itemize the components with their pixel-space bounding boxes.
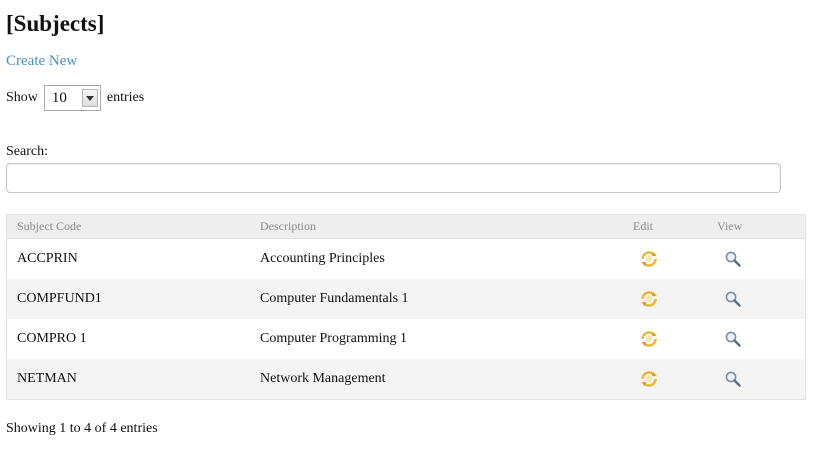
view-cell bbox=[707, 319, 806, 359]
table-row: NETMAN Network Management bbox=[6, 359, 806, 400]
subject-code-cell: NETMAN bbox=[6, 359, 250, 400]
subject-code-cell: ACCPRIN bbox=[17, 251, 78, 266]
header-subject-code[interactable]: Subject Code bbox=[6, 214, 250, 239]
description-cell: Accounting Principles bbox=[260, 251, 385, 266]
edit-cell bbox=[623, 359, 707, 400]
edit-cell bbox=[623, 319, 707, 359]
entries-label: entries bbox=[106, 90, 145, 105]
subject-code-cell: COMPFUND1 bbox=[6, 279, 250, 319]
entries-length-control: Show 10 entries bbox=[6, 85, 144, 111]
entries-select-value: 10 bbox=[51, 89, 67, 106]
refresh-icon[interactable] bbox=[640, 370, 658, 388]
description-cell: Computer Fundamentals 1 bbox=[250, 279, 623, 319]
show-label: Show bbox=[6, 90, 38, 105]
search-input[interactable] bbox=[6, 163, 781, 193]
header-edit: Edit bbox=[623, 214, 707, 239]
refresh-icon[interactable] bbox=[640, 250, 658, 268]
subjects-table: Subject Code Description Edit View ACCPR… bbox=[6, 214, 806, 400]
table-row: COMPFUND1 Computer Fundamentals 1 bbox=[6, 279, 806, 319]
view-cell bbox=[707, 279, 806, 319]
subject-code-cell: COMPRO 1 bbox=[17, 331, 87, 346]
chevron-down-icon[interactable] bbox=[81, 89, 98, 107]
magnifier-icon[interactable] bbox=[724, 250, 742, 268]
table-row: ACCPRIN Accounting Principles bbox=[7, 239, 806, 280]
header-description[interactable]: Description bbox=[250, 214, 623, 239]
table-info: Showing 1 to 4 of 4 entries bbox=[6, 421, 158, 436]
create-new-link[interactable]: Create New bbox=[6, 53, 77, 70]
entries-select[interactable]: 10 bbox=[43, 85, 101, 111]
search-label: Search: bbox=[6, 144, 48, 159]
table-header-row: Subject Code Description Edit View bbox=[6, 214, 806, 239]
edit-cell bbox=[623, 279, 707, 319]
magnifier-icon[interactable] bbox=[724, 370, 742, 388]
refresh-icon[interactable] bbox=[640, 330, 658, 348]
table-row: COMPRO 1 Computer Programming 1 bbox=[7, 319, 806, 359]
description-cell: Network Management bbox=[250, 359, 623, 400]
header-view: View bbox=[707, 214, 806, 239]
refresh-icon[interactable] bbox=[640, 290, 658, 308]
magnifier-icon[interactable] bbox=[724, 330, 742, 348]
edit-cell bbox=[623, 239, 707, 280]
description-cell: Computer Programming 1 bbox=[260, 331, 407, 346]
magnifier-icon[interactable] bbox=[724, 290, 742, 308]
view-cell bbox=[707, 239, 806, 280]
page-title: [Subjects] bbox=[6, 11, 105, 36]
view-cell bbox=[707, 359, 806, 400]
